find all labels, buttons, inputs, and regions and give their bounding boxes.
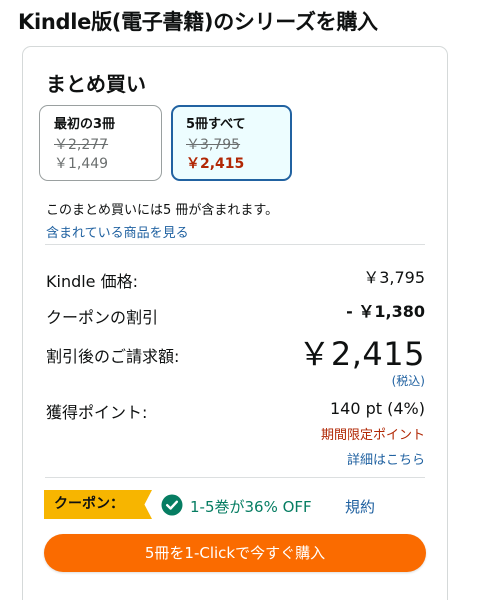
bundle-option-list-price: ￥3,795 <box>186 137 241 153</box>
bundle-section-title: まとめ買い <box>46 72 146 96</box>
divider <box>45 244 425 245</box>
points-value: 140 pt (4%) <box>329 399 425 418</box>
points-details-link[interactable]: 詳細はこちら <box>347 449 425 468</box>
coupon-discount-label: クーポンの割引 <box>46 308 159 327</box>
bundle-description: このまとめ買いには5 冊が含まれます。 <box>46 203 279 218</box>
bundle-option-first-3[interactable]: 最初の3冊 ￥2,277 ￥1,449 <box>39 105 162 181</box>
limited-points-note: 期間限定ポイント <box>320 428 425 443</box>
bundle-option-price: ￥1,449 <box>54 156 109 172</box>
coupon-discount-value: - ￥1,380 <box>346 302 425 321</box>
total-price-label: 割引後のご請求額: <box>46 347 180 366</box>
bundle-option-list-price: ￥2,277 <box>54 137 109 153</box>
kindle-price-label: Kindle 価格: <box>46 272 139 291</box>
points-label: 獲得ポイント: <box>46 403 148 422</box>
included-items-link[interactable]: 含まれている商品を見る <box>46 222 189 241</box>
buy-now-1-click-button[interactable]: 5冊を1-Clickで今すぐ購入 <box>44 534 426 572</box>
coupon-row: クーポン： 1-5巻が36% OFF 規約 <box>44 490 434 520</box>
page-title: Kindle版(電子書籍)のシリーズを購入 <box>18 10 378 34</box>
tax-included-note: (税込) <box>391 374 425 388</box>
kindle-price-value: ￥3,795 <box>363 268 425 287</box>
bundle-option-label: 最初の3冊 <box>54 117 116 132</box>
page: Kindle版(電子書籍)のシリーズを購入 まとめ買い 最初の3冊 ￥2,277… <box>0 0 480 600</box>
bundle-option-label: 5冊すべて <box>186 117 246 132</box>
check-circle-icon[interactable] <box>161 494 183 516</box>
bundle-option-price: ￥2,415 <box>186 156 245 172</box>
bundle-purchase-card: まとめ買い 最初の3冊 ￥2,277 ￥1,449 5冊すべて ￥3,795 ￥… <box>22 46 448 600</box>
coupon-badge: クーポン： <box>44 490 152 519</box>
coupon-terms-link[interactable]: 規約 <box>345 496 375 517</box>
total-price-value: ￥2,415 <box>298 335 425 373</box>
bundle-option-all-5[interactable]: 5冊すべて ￥3,795 ￥2,415 <box>171 105 292 181</box>
coupon-text: 1-5巻が36% OFF <box>190 498 312 516</box>
divider <box>45 477 425 478</box>
